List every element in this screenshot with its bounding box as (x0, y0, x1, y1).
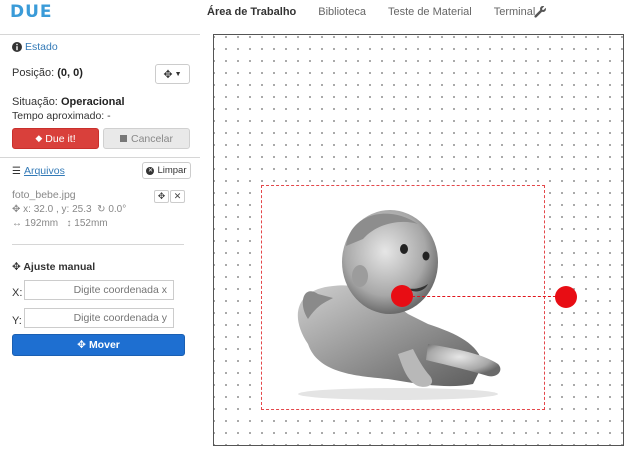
divider (12, 244, 184, 245)
status-title: Estado (25, 41, 58, 53)
move-icon: ✥ (163, 68, 173, 81)
file-y: y: 25.3 (61, 204, 92, 215)
workspace-canvas[interactable] (213, 34, 624, 446)
due-it-label: Due it! (45, 132, 76, 145)
laser-path-line (402, 296, 566, 297)
files-title: Arquivos (23, 165, 65, 177)
cancel-label: Cancelar (130, 132, 174, 145)
height-icon: ↕ (66, 218, 72, 229)
file-size: ↔ 192mm ↕ 152mm (12, 218, 108, 229)
y-label: Y: (12, 315, 22, 327)
list-icon: ☰ (12, 165, 21, 177)
files-section-title[interactable]: ☰ Arquivos (12, 165, 65, 177)
move-icon: ✥ (12, 261, 21, 273)
move-icon: ✥ (77, 339, 86, 351)
caret-down-icon: ▼ (174, 70, 182, 78)
position-row: Posição: (0, 0) (12, 67, 83, 79)
situation-row: Situação: Operacional (12, 96, 125, 108)
nav-area-de-trabalho[interactable]: Área de Trabalho (207, 6, 296, 18)
situation-value: Operacional (60, 96, 125, 108)
laser-start-marker[interactable] (391, 285, 413, 307)
position-value: (0, 0) (57, 67, 83, 79)
x-label: X: (12, 287, 23, 299)
due-it-button[interactable]: ◆ Due it! (12, 128, 99, 149)
move-icon: ✥ (12, 204, 21, 215)
x-coordinate-input[interactable] (24, 280, 174, 300)
main-nav: Área de Trabalho Biblioteca Teste de Mat… (207, 6, 557, 18)
cancel-button[interactable]: Cancelar (103, 128, 190, 149)
laser-end-marker[interactable] (555, 286, 577, 308)
time-value: - (107, 110, 111, 122)
width-icon: ↔ (12, 218, 22, 229)
move-button[interactable]: ✥ Mover (12, 334, 185, 356)
nav-terminal[interactable]: Terminal (494, 6, 536, 18)
clear-label: Limpar (157, 165, 187, 176)
move-mode-dropdown[interactable]: ✥ ▼ (155, 64, 190, 84)
nav-teste-de-material[interactable]: Teste de Material (388, 6, 472, 18)
control-panel: Estado Posição: (0, 0) ✥ ▼ Situação: Ope… (0, 34, 200, 450)
close-circle-icon: ✕ (146, 166, 155, 175)
divider (0, 34, 200, 35)
time-row: Tempo aproximado: - (12, 110, 111, 122)
app-logo[interactable]: DUE (10, 2, 53, 22)
status-section-title[interactable]: Estado (12, 41, 58, 53)
divider (0, 157, 200, 158)
file-move-button[interactable]: ✥ (154, 190, 169, 203)
situation-label: Situação: (12, 96, 58, 108)
file-width: 192mm (24, 218, 59, 229)
manual-title: Ajuste manual (23, 261, 96, 273)
rotate-icon: ↻ (97, 204, 106, 215)
stop-icon (119, 135, 127, 142)
position-label: Posição: (12, 67, 55, 79)
file-position: ✥ x: 32.0 , y: 25.3 ↻ 0.0° (12, 204, 127, 215)
file-x: x: 32.0 (23, 204, 54, 215)
file-rotation: 0.0° (108, 204, 127, 215)
file-remove-button[interactable]: ✕ (170, 190, 185, 203)
nav-biblioteca[interactable]: Biblioteca (318, 6, 366, 18)
file-name: foto_bebe.jpg (12, 189, 76, 201)
move-label: Mover (88, 339, 120, 351)
info-icon (12, 42, 22, 52)
wrench-icon[interactable] (533, 5, 547, 19)
file-height: 152mm (74, 218, 108, 229)
y-coordinate-input[interactable] (24, 308, 174, 328)
eraser-icon: ◆ (35, 133, 43, 143)
time-label: Tempo aproximado: (12, 110, 105, 122)
top-navbar: DUE Área de Trabalho Biblioteca Teste de… (0, 0, 626, 28)
clear-button[interactable]: ✕ Limpar (142, 162, 191, 179)
manual-section-title: ✥ Ajuste manual (12, 261, 95, 273)
